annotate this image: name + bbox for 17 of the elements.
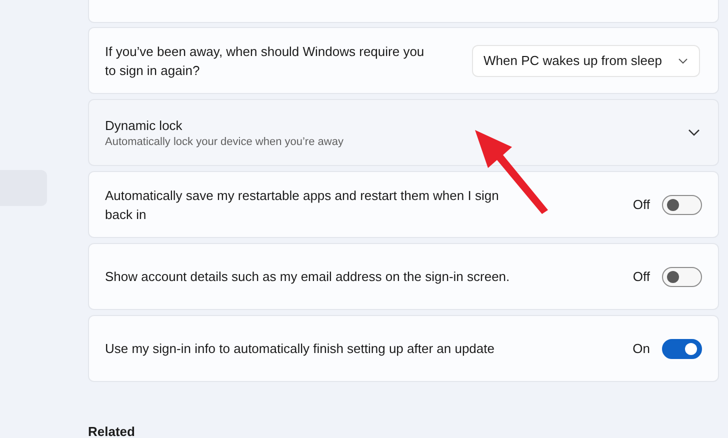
setting-description: Automatically lock your device when you’re away: [105, 134, 344, 150]
settings-card[interactable]: Dynamic lock Automatically lock your device when you’re away: [88, 99, 719, 166]
toggle-switch[interactable]: [662, 266, 702, 286]
setting-label: If you’ve been away, when should Windows require you to sign in again?: [105, 42, 426, 80]
toggle-state: Off: [632, 196, 650, 214]
toggle-switch[interactable]: [662, 338, 702, 358]
setting-label: Automatically save my restartable apps and restart them when I sign back in: [105, 186, 500, 224]
chevron-down-icon: [678, 58, 688, 64]
chevron-down-icon[interactable]: [688, 129, 700, 136]
setting-label: Use my sign-in info to automatically finish setting up after an update: [105, 340, 496, 358]
toggle-state: Off: [632, 268, 650, 286]
setting-label: Show account details such as my email address on the sign-in screen.: [105, 268, 511, 286]
toggle-switch[interactable]: [662, 194, 702, 214]
toggle-state: On: [632, 340, 650, 358]
section-heading: Related: [88, 424, 135, 438]
dropdown[interactable]: When PC wakes up from sleep: [472, 44, 700, 76]
setting-label: Dynamic lock: [105, 116, 184, 134]
